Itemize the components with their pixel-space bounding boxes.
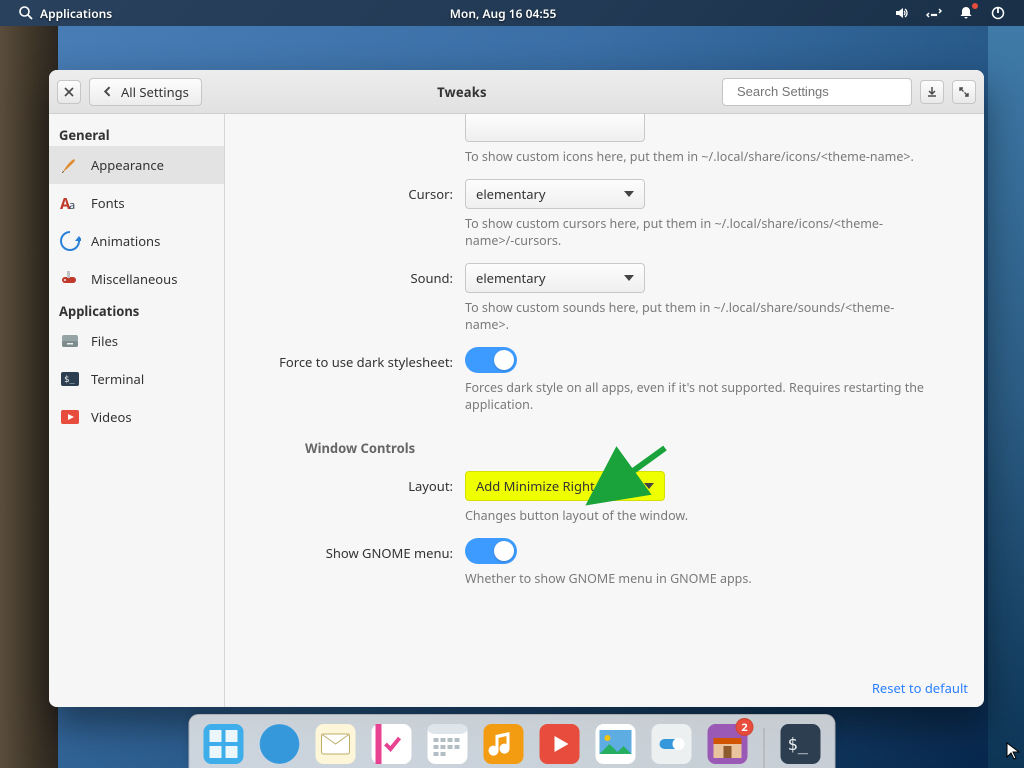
dock-separator: [764, 728, 765, 768]
dock-multitasking[interactable]: [200, 720, 248, 768]
sidebar-item-files[interactable]: Files: [49, 322, 224, 360]
all-settings-label: All Settings: [121, 83, 189, 101]
cursor-hint: To show custom cursors here, put them in…: [465, 215, 925, 249]
icons-hint: To show custom icons here, put them in ~…: [465, 148, 925, 165]
sound-hint: To show custom sounds here, put them in …: [465, 299, 925, 333]
dark-stylesheet-toggle[interactable]: [465, 347, 517, 373]
cursor-select[interactable]: elementary: [465, 179, 645, 209]
sidebar-section-general: General: [49, 122, 224, 146]
window-controls-heading: Window Controls: [305, 439, 964, 457]
dock-appcenter[interactable]: 2: [704, 720, 752, 768]
maximize-button[interactable]: [952, 80, 976, 104]
gnome-menu-label: Show GNOME menu:: [245, 538, 465, 562]
bell-icon: [958, 5, 974, 21]
svg-text:$_: $_: [64, 375, 75, 385]
layout-hint: Changes button layout of the window.: [465, 507, 925, 524]
dock: 2 $_: [189, 714, 836, 768]
content-area: To show custom icons here, put them in ~…: [225, 114, 984, 707]
gnome-menu-toggle[interactable]: [465, 538, 517, 564]
sidebar: General Appearance Aa Fonts Animations M…: [49, 114, 225, 707]
sound-label: Sound:: [245, 263, 465, 287]
close-icon: [63, 86, 75, 98]
search-icon: [18, 5, 34, 21]
close-button[interactable]: [57, 80, 81, 104]
notifications-indicator[interactable]: [950, 0, 982, 26]
sidebar-item-fonts[interactable]: Aa Fonts: [49, 184, 224, 222]
sound-value: elementary: [476, 269, 546, 287]
sidebar-item-label: Fonts: [91, 194, 125, 212]
applications-menu[interactable]: Applications: [10, 0, 120, 26]
sidebar-item-terminal[interactable]: $_ Terminal: [49, 360, 224, 398]
layout-select[interactable]: Add Minimize Right: [465, 471, 665, 501]
cursor-value: elementary: [476, 185, 546, 203]
appcenter-badge: 2: [736, 718, 754, 736]
dock-terminal[interactable]: $_: [777, 720, 825, 768]
play-icon: [59, 406, 81, 428]
svg-text:a: a: [69, 198, 75, 213]
dock-music[interactable]: [480, 720, 528, 768]
volume-icon: [894, 5, 910, 21]
network-indicator[interactable]: [918, 0, 950, 26]
cursor-label: Cursor:: [245, 179, 465, 203]
network-icon: [926, 5, 942, 21]
svg-text:$_: $_: [788, 735, 809, 755]
dark-label: Force to use dark stylesheet:: [245, 347, 465, 371]
sidebar-item-label: Miscellaneous: [91, 270, 177, 288]
sidebar-item-label: Appearance: [91, 156, 164, 174]
top-panel: Applications Mon, Aug 16 04:55: [0, 0, 1024, 26]
layout-value: Add Minimize Right: [476, 477, 595, 495]
drawer-icon: [59, 330, 81, 352]
dock-tasks[interactable]: [368, 720, 416, 768]
maximize-icon: [958, 86, 970, 98]
search-settings[interactable]: [722, 78, 912, 106]
dock-settings[interactable]: [648, 720, 696, 768]
all-settings-button[interactable]: All Settings: [89, 78, 202, 106]
swiss-knife-icon: [59, 268, 81, 290]
sidebar-section-applications: Applications: [49, 298, 224, 322]
back-arrow-icon: [102, 85, 115, 98]
wallpaper-sea: [988, 26, 1024, 768]
power-icon: [990, 5, 1006, 21]
paintbrush-icon: [59, 154, 81, 176]
gnome-menu-hint: Whether to show GNOME menu in GNOME apps…: [465, 570, 925, 587]
mouse-cursor: [1006, 742, 1020, 764]
tweaks-window: All Settings Tweaks General Appearance A…: [49, 70, 984, 707]
sound-indicator[interactable]: [886, 0, 918, 26]
applications-label: Applications: [40, 5, 112, 22]
spin-arrow-icon: [59, 230, 81, 252]
dock-calendar[interactable]: [424, 720, 472, 768]
dock-browser[interactable]: [256, 720, 304, 768]
icons-select-clipped[interactable]: [465, 114, 645, 142]
sound-select[interactable]: elementary: [465, 263, 645, 293]
terminal-icon: $_: [59, 368, 81, 390]
layout-label: Layout:: [245, 471, 465, 495]
dock-mail[interactable]: [312, 720, 360, 768]
sidebar-item-label: Terminal: [91, 370, 144, 388]
session-indicator[interactable]: [982, 0, 1014, 26]
dock-videos[interactable]: [536, 720, 584, 768]
chevron-down-icon: [624, 275, 634, 281]
chevron-down-icon: [624, 191, 634, 197]
dark-hint: Forces dark style on all apps, even if i…: [465, 379, 925, 413]
chevron-down-icon: [644, 483, 654, 489]
sidebar-item-misc[interactable]: Miscellaneous: [49, 260, 224, 298]
search-input[interactable]: [737, 84, 913, 99]
panel-clock[interactable]: Mon, Aug 16 04:55: [442, 0, 565, 26]
sidebar-item-label: Animations: [91, 232, 160, 250]
sidebar-item-label: Files: [91, 332, 118, 350]
sidebar-item-animations[interactable]: Animations: [49, 222, 224, 260]
titlebar: All Settings Tweaks: [49, 70, 984, 114]
dock-photos[interactable]: [592, 720, 640, 768]
window-title: Tweaks: [210, 83, 714, 101]
download-icon: [926, 86, 938, 98]
sidebar-item-appearance[interactable]: Appearance: [49, 146, 224, 184]
font-icon: Aa: [59, 192, 81, 214]
sidebar-item-videos[interactable]: Videos: [49, 398, 224, 436]
sidebar-item-label: Videos: [91, 408, 132, 426]
reset-to-default-link[interactable]: Reset to default: [872, 679, 968, 697]
download-button[interactable]: [920, 80, 944, 104]
